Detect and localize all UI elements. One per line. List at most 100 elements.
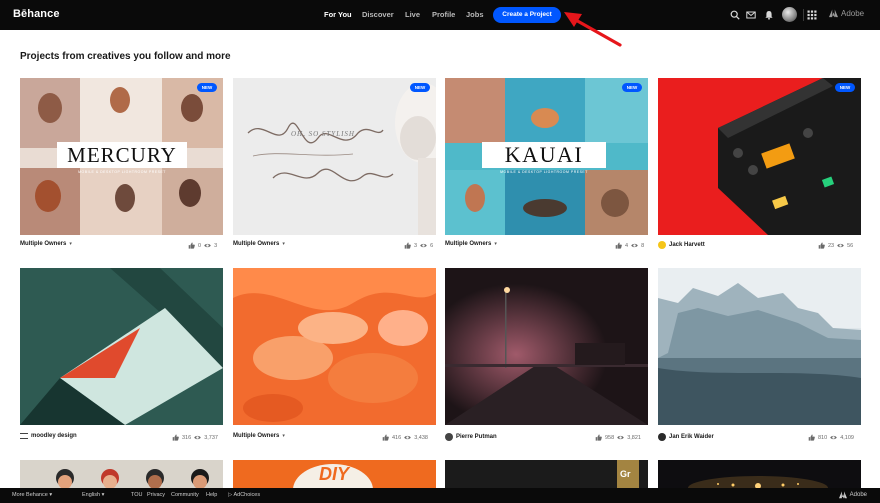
view-count: 6 (430, 242, 434, 249)
owner-pierre-putman[interactable]: Pierre Putman (445, 433, 497, 441)
view-count: 4,109 (840, 434, 854, 441)
owner-jan-erik-waider[interactable]: Jan Erik Waider (658, 433, 714, 441)
project-thumbnail-mercury[interactable]: MERCURY MOBILE & DESKTOP LIGHTROOM PRESE… (20, 78, 223, 235)
owner-avatar (658, 241, 666, 249)
kauai-title: KAUAI (482, 142, 606, 168)
owner-name: Multiple Owners (233, 241, 280, 247)
view-count: 3 (214, 242, 218, 249)
view-count: 56 (847, 242, 854, 249)
card-stats: 3 6 (404, 242, 433, 249)
footer-link-community[interactable]: Community (171, 492, 199, 498)
nav-discover[interactable]: Discover (362, 10, 394, 19)
project-thumbnail-illustration[interactable] (20, 460, 223, 488)
behance-logo[interactable]: Bēhance (13, 8, 60, 20)
script-headline: OH, SO STYLISH (291, 130, 355, 138)
kauai-subtitle: MOBILE & DESKTOP LIGHTROOM PRESET (500, 170, 588, 174)
owner-jack-harvett[interactable]: Jack Harvett (658, 241, 705, 249)
appreciation-count: 23 (828, 242, 835, 249)
adobe-logo-icon (838, 491, 847, 499)
more-behance-menu[interactable]: More Behance ▾ (12, 492, 52, 498)
adobe-link[interactable]: Adobe (829, 9, 864, 18)
card-stats: 316 3,737 (172, 434, 218, 441)
mail-icon[interactable] (745, 9, 757, 21)
thumbs-up-icon (404, 242, 411, 249)
caret-down-icon: ▾ (101, 492, 105, 498)
thumbs-up-icon (808, 434, 815, 441)
owner-name: moodley design (31, 433, 77, 439)
eye-icon (404, 435, 411, 440)
nav-live[interactable]: Live (405, 10, 420, 19)
diy-text: DIY (319, 464, 350, 484)
eye-icon (420, 243, 427, 248)
owner-multiple-owners[interactable]: Multiple Owners ▾ (445, 241, 497, 247)
owner-name: Multiple Owners (233, 433, 280, 439)
adchoices-icon: ▷ (228, 492, 233, 498)
user-avatar[interactable] (782, 7, 797, 22)
card-stats: 23 56 (818, 242, 853, 249)
caret-down-icon: ▾ (282, 241, 285, 247)
owner-avatar (445, 433, 453, 441)
footer-link-help[interactable]: Help (206, 492, 217, 498)
adobe-label: Adobe (841, 9, 865, 18)
eye-icon (204, 243, 211, 248)
footer-adobe-link[interactable]: Adobe (838, 491, 867, 499)
project-thumbnail-iceberg[interactable] (658, 268, 861, 425)
card-stats: 0 3 (188, 242, 217, 249)
new-badge: NEW (197, 83, 217, 92)
thumbs-up-icon (172, 434, 179, 441)
owner-avatar (658, 433, 666, 441)
appreciation-count: 316 (182, 434, 192, 441)
owner-name: Jan Erik Waider (669, 434, 714, 440)
card-stats: 4 8 (615, 242, 644, 249)
footer-link-privacy[interactable]: Privacy (147, 492, 165, 498)
apps-grid-icon[interactable] (806, 9, 818, 21)
project-thumbnail-digitakt[interactable]: NEW (658, 78, 861, 235)
header-divider (803, 9, 804, 21)
team-logo-icon (20, 433, 28, 439)
view-count: 3,737 (204, 434, 218, 441)
project-thumbnail-orange-texture[interactable] (233, 268, 436, 425)
eye-icon (830, 435, 837, 440)
top-navigation-bar: Bēhance For You Discover Live Profile Jo… (0, 0, 880, 30)
owner-multiple-owners[interactable]: Multiple Owners ▾ (233, 241, 285, 247)
caret-down-icon: ▾ (49, 492, 53, 498)
owner-moodley-design[interactable]: moodley design (20, 433, 77, 439)
eye-icon (617, 435, 624, 440)
caret-down-icon: ▾ (494, 241, 497, 247)
card-stats: 416 3,438 (382, 434, 428, 441)
footer-link-adchoices[interactable]: ▷ AdChoices (228, 492, 260, 498)
card-stats: 958 3,821 (595, 434, 641, 441)
project-thumbnail-orange-type[interactable]: DIY (233, 460, 436, 488)
appreciation-count: 4 (625, 242, 629, 249)
language-selector[interactable]: English ▾ (82, 492, 104, 498)
footer-link-tou[interactable]: TOU (131, 492, 143, 498)
owner-name: Multiple Owners (445, 241, 492, 247)
mercury-subtitle: MOBILE & DESKTOP LIGHTROOM PRESET (78, 170, 166, 174)
eye-icon (631, 243, 638, 248)
appreciation-count: 3 (414, 242, 418, 249)
create-project-button[interactable]: Create a Project (493, 7, 561, 23)
project-thumbnail-kauai[interactable]: KAUAI MOBILE & DESKTOP LIGHTROOM PRESET … (445, 78, 648, 235)
bell-icon[interactable] (763, 9, 775, 21)
thumbs-up-icon (595, 434, 602, 441)
nav-for-you[interactable]: For You (324, 10, 352, 19)
owner-name: Pierre Putman (456, 434, 497, 440)
project-thumbnail-dark-gr[interactable]: Gr (445, 460, 648, 488)
caret-down-icon: ▾ (282, 433, 285, 439)
more-behance-label: More Behance (12, 492, 48, 498)
adchoices-label: AdChoices (233, 492, 261, 498)
language-label: English (82, 492, 101, 498)
project-thumbnail-night-road[interactable] (445, 268, 648, 425)
owner-multiple-owners[interactable]: Multiple Owners ▾ (233, 433, 285, 439)
owner-name: Multiple Owners (20, 241, 67, 247)
search-icon[interactable] (729, 9, 741, 21)
owner-name: Jack Harvett (669, 242, 705, 248)
project-thumbnail-lights[interactable] (658, 460, 861, 488)
appreciation-count: 416 (392, 434, 402, 441)
project-thumbnail-script-font[interactable]: OH, SO STYLISH NEW (233, 78, 436, 235)
view-count: 3,821 (627, 434, 641, 441)
project-thumbnail-moodley[interactable] (20, 268, 223, 425)
nav-profile[interactable]: Profile (432, 10, 455, 19)
nav-jobs[interactable]: Jobs (466, 10, 484, 19)
owner-multiple-owners[interactable]: Multiple Owners ▾ (20, 241, 72, 247)
